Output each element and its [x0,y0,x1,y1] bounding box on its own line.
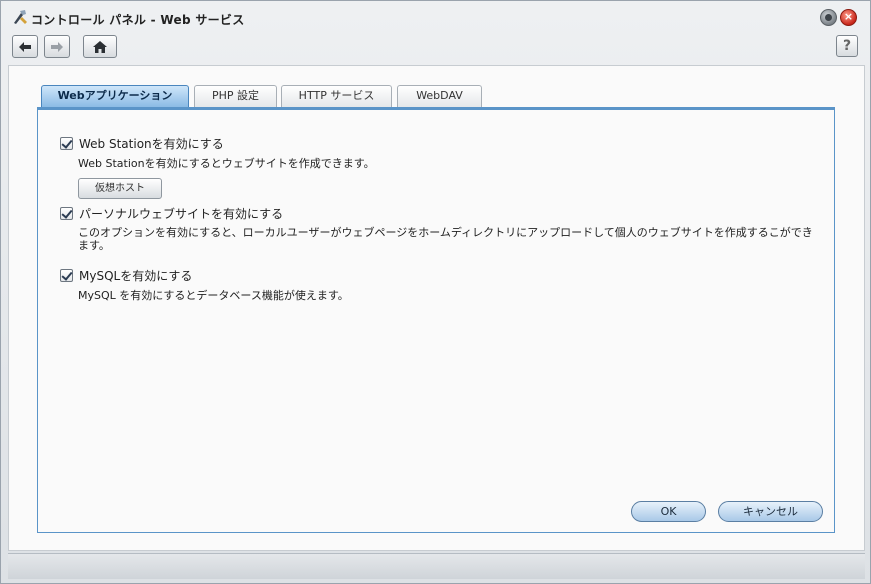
virtual-host-button[interactable]: 仮想ホスト [78,178,162,199]
ok-button[interactable]: OK [631,501,706,522]
help-icon: ? [842,38,852,54]
close-icon: × [843,10,854,23]
status-bar [8,553,865,579]
mysql-label: MySQLを有効にする [79,269,193,283]
minimize-button[interactable] [820,9,837,26]
tab-http-service[interactable]: HTTP サービス [281,85,392,107]
cancel-button[interactable]: キャンセル [718,501,823,522]
tab-php-settings[interactable]: PHP 設定 [194,85,277,107]
personal-site-description: このオプションを有効にすると、ローカルユーザーがウェブページをホームディレクトリ… [78,226,813,252]
home-button[interactable] [83,35,117,58]
close-button[interactable]: × [840,9,857,26]
title-bar[interactable]: コントロール パネル - Web サービス × [1,1,870,33]
mysql-checkbox[interactable] [60,269,73,282]
control-panel-window: コントロール パネル - Web サービス × ? Webアプリケーション PH… [0,0,871,584]
window-title: コントロール パネル - Web サービス [31,13,245,27]
forward-button[interactable] [44,35,70,58]
content-area: Webアプリケーション PHP 設定 HTTP サービス WebDAV Web … [8,65,865,551]
web-station-option[interactable]: Web Stationを有効にする [60,135,224,152]
web-station-description: Web Stationを有効にするとウェブサイトを作成できます。 [78,157,375,170]
web-application-panel: Web Stationを有効にする Web Stationを有効にするとウェブサ… [37,110,835,533]
help-button[interactable]: ? [836,35,858,57]
web-station-checkbox[interactable] [60,137,73,150]
arrow-left-icon [19,41,31,52]
tab-web-application[interactable]: Webアプリケーション [41,85,189,107]
back-button[interactable] [12,35,38,58]
web-station-label: Web Stationを有効にする [79,137,224,151]
tab-webdav[interactable]: WebDAV [397,85,482,107]
mysql-description: MySQL を有効にするとデータベース機能が使えます。 [78,289,349,302]
arrow-right-icon [51,41,63,52]
personal-site-checkbox[interactable] [60,207,73,220]
home-icon [93,40,107,53]
personal-site-option[interactable]: パーソナルウェブサイトを有効にする [60,205,283,222]
personal-site-label: パーソナルウェブサイトを有効にする [79,207,284,221]
mysql-option[interactable]: MySQLを有効にする [60,267,192,284]
control-panel-app-icon [14,10,27,24]
navigation-toolbar: ? [1,33,870,61]
